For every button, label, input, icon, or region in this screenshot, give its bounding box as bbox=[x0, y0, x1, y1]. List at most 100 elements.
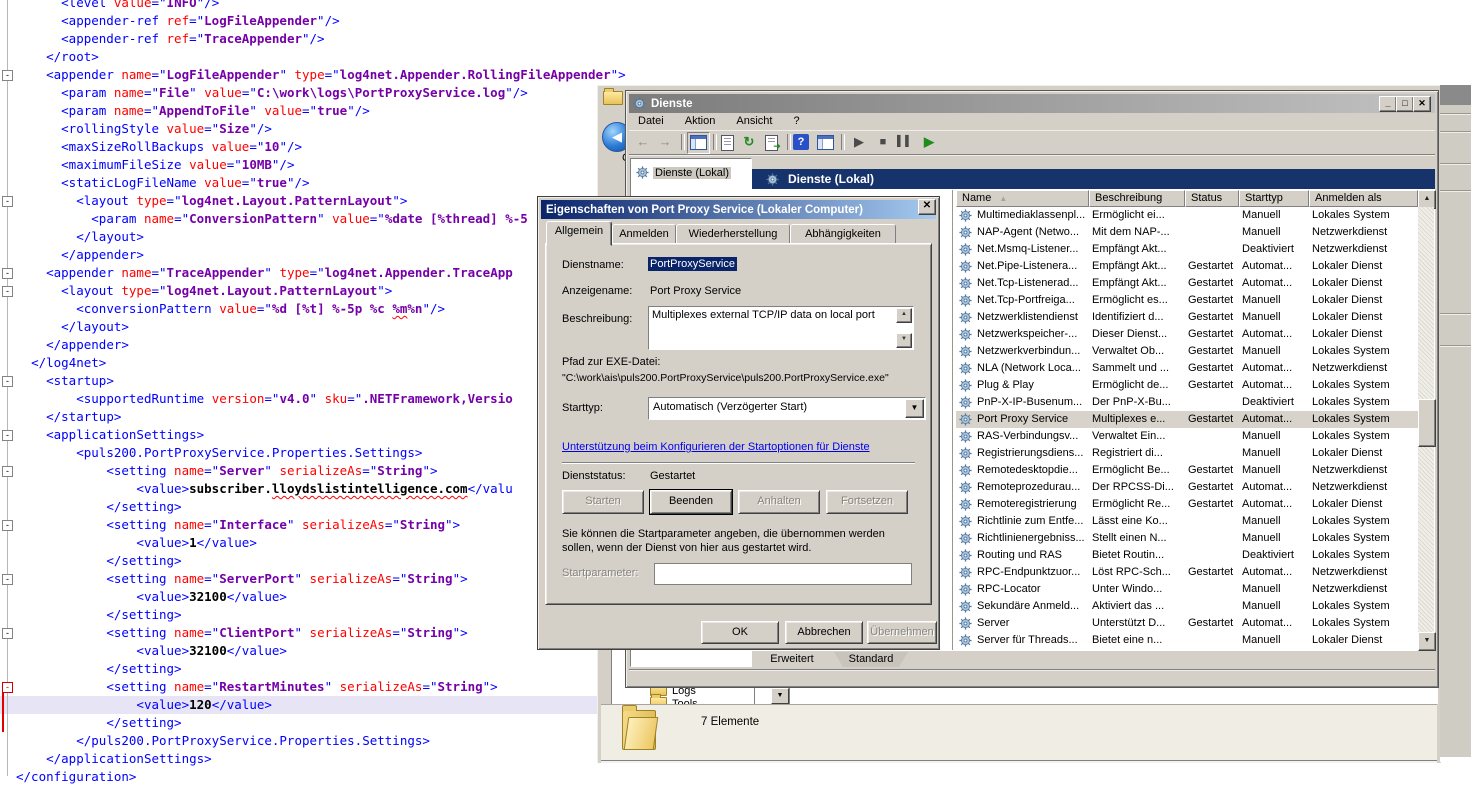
table-row[interactable]: PnP-X-IP-Busenum...Der PnP-X-Bu...Deakti… bbox=[956, 394, 1418, 411]
close-button[interactable]: ✕ bbox=[1413, 96, 1431, 112]
table-row[interactable]: NAP-Agent (Netwo...Mit dem NAP-...Manuel… bbox=[956, 224, 1418, 241]
fold-marker[interactable]: - bbox=[2, 520, 13, 531]
column-header-beschreibung[interactable]: Beschreibung bbox=[1089, 190, 1185, 207]
startup-type-select[interactable]: Automatisch (Verzögerter Start) ▼ bbox=[648, 397, 926, 420]
table-row[interactable]: ServerUnterstützt D...GestartetAutomat..… bbox=[956, 615, 1418, 632]
scroll-down-icon[interactable]: ▼ bbox=[1418, 632, 1436, 651]
table-row[interactable]: RemoteregistrierungErmöglicht Re...Gesta… bbox=[956, 496, 1418, 513]
table-row[interactable]: Routing und RASBietet Routin...Deaktivie… bbox=[956, 547, 1418, 564]
table-row[interactable]: Netzwerkverbindun...Verwaltet Ob...Gesta… bbox=[956, 343, 1418, 360]
service-name-value[interactable]: PortProxyService bbox=[648, 257, 737, 271]
fold-marker[interactable]: - bbox=[2, 196, 13, 207]
cell-beschreibung: Der RPCSS-Di... bbox=[1092, 479, 1185, 496]
scrollbar-thumb[interactable] bbox=[1418, 399, 1436, 447]
back-icon[interactable]: ← bbox=[635, 134, 651, 150]
description-field[interactable]: Multiplexes external TCP/IP data on loca… bbox=[648, 306, 914, 350]
chevron-down-icon[interactable]: ▼ bbox=[771, 688, 789, 704]
column-header-starttyp[interactable]: Starttyp bbox=[1239, 190, 1309, 207]
table-row[interactable]: Port Proxy ServiceMultiplexes e...Gestar… bbox=[956, 411, 1418, 428]
cancel-button[interactable]: Abbrechen bbox=[785, 621, 863, 644]
start-params-input[interactable] bbox=[654, 563, 912, 585]
table-row[interactable]: Multimediaklassenpl...Ermöglicht ei...Ma… bbox=[956, 207, 1418, 224]
fold-marker[interactable]: - bbox=[2, 430, 13, 441]
show-hide-console-tree-icon[interactable] bbox=[817, 135, 834, 150]
fold-marker[interactable]: - bbox=[2, 70, 13, 81]
table-row[interactable]: RPC-LocatorUnter Windo...ManuellNetzwerk… bbox=[956, 581, 1418, 598]
table-row[interactable]: NetzwerklistendienstIdentifiziert d...Ge… bbox=[956, 309, 1418, 326]
apply-button[interactable]: Übernehmen bbox=[867, 621, 937, 644]
pause-service-icon[interactable]: ▌▌ bbox=[897, 134, 913, 150]
table-row[interactable]: NLA (Network Loca...Sammelt und ...Gesta… bbox=[956, 360, 1418, 377]
fold-marker[interactable]: - bbox=[2, 466, 13, 477]
refresh-icon[interactable]: ↻ bbox=[741, 134, 757, 150]
ok-button[interactable]: OK bbox=[701, 621, 779, 644]
table-row[interactable]: Net.Tcp-Listenerad...Empfängt Akt...Gest… bbox=[956, 275, 1418, 292]
dialog-title-bar[interactable]: Eigenschaften von Port Proxy Service (Lo… bbox=[541, 200, 936, 219]
cell-beschreibung: Registriert di... bbox=[1092, 445, 1185, 462]
chevron-down-icon[interactable]: ▼ bbox=[905, 399, 924, 418]
scrollbar[interactable]: ▲ ▼ bbox=[1418, 190, 1434, 649]
table-row[interactable]: Remoteprozedurau...Der RPCSS-Di...Gestar… bbox=[956, 479, 1418, 496]
menu-datei[interactable]: Datei bbox=[629, 115, 673, 127]
table-row[interactable]: Sekundäre Anmeld...Aktiviert das ...Manu… bbox=[956, 598, 1418, 615]
title-bar[interactable]: Dienste _ □ ✕ bbox=[629, 94, 1435, 113]
cell-beschreibung: Mit dem NAP-... bbox=[1092, 224, 1185, 241]
menu-help[interactable]: ? bbox=[785, 115, 809, 127]
column-header-status[interactable]: Status bbox=[1185, 190, 1239, 207]
table-row[interactable]: Richtlinienergebniss...Stellt einen N...… bbox=[956, 530, 1418, 547]
tab-abhaengigkeiten[interactable]: Abhängigkeiten bbox=[790, 224, 896, 245]
dropdown[interactable]: ▼ bbox=[754, 687, 790, 705]
fold-marker[interactable]: - bbox=[2, 286, 13, 297]
fold-marker[interactable]: - bbox=[2, 628, 13, 639]
restart-service-icon[interactable]: ▶ bbox=[921, 134, 937, 150]
column-header-anmelden-als[interactable]: Anmelden als bbox=[1309, 190, 1418, 207]
scroll-up-icon[interactable]: ▲ bbox=[896, 308, 912, 323]
properties-icon[interactable] bbox=[721, 135, 734, 151]
table-row[interactable]: Richtlinie zum Entfe...Lässt eine Ko...M… bbox=[956, 513, 1418, 530]
minimize-button[interactable]: _ bbox=[1379, 96, 1397, 112]
cell-starttyp: Deaktiviert bbox=[1242, 394, 1308, 411]
table-row[interactable]: Netzwerkspeicher-...Dieser Dienst...Gest… bbox=[956, 326, 1418, 343]
tab-allgemein[interactable]: Allgemein bbox=[546, 221, 612, 246]
stop-button[interactable]: Beenden bbox=[650, 490, 732, 514]
tab-wiederherstellung[interactable]: Wiederherstellung bbox=[676, 224, 790, 245]
fold-marker[interactable]: - bbox=[2, 682, 13, 693]
table-row[interactable]: RAS-Verbindungsv...Verwaltet Ein...Manue… bbox=[956, 428, 1418, 445]
startup-options-help-link[interactable]: Unterstützung beim Konfigurieren der Sta… bbox=[562, 441, 870, 453]
table-row[interactable]: Remotedesktopdie...Ermöglicht Be...Gesta… bbox=[956, 462, 1418, 479]
cell-starttyp: Manuell bbox=[1242, 207, 1308, 224]
menu-aktion[interactable]: Aktion bbox=[676, 115, 725, 127]
fold-marker[interactable]: - bbox=[2, 574, 13, 585]
close-button[interactable]: ✕ bbox=[918, 199, 936, 215]
stop-service-icon[interactable]: ■ bbox=[875, 134, 891, 150]
scroll-down-icon[interactable]: ▼ bbox=[896, 333, 912, 348]
resume-button[interactable]: Fortsetzen bbox=[826, 490, 908, 514]
tab-anmelden[interactable]: Anmelden bbox=[612, 224, 676, 245]
cell-status bbox=[1188, 632, 1239, 649]
table-row[interactable]: Registrierungsdiens...Registriert di...M… bbox=[956, 445, 1418, 462]
column-header-name[interactable]: Name▲ bbox=[956, 190, 1089, 207]
help-icon[interactable]: ? bbox=[793, 134, 809, 150]
fold-marker[interactable]: - bbox=[2, 376, 13, 387]
pause-button[interactable]: Anhalten bbox=[738, 490, 820, 514]
cell-status bbox=[1188, 224, 1239, 241]
table-row[interactable]: Plug & PlayErmöglicht de...GestartetAuto… bbox=[956, 377, 1418, 394]
menu-ansicht[interactable]: Ansicht bbox=[727, 115, 781, 127]
start-service-icon[interactable]: ▶ bbox=[851, 134, 867, 150]
table-row[interactable]: RPC-Endpunktzuor...Löst RPC-Sch...Gestar… bbox=[956, 564, 1418, 581]
maximize-button[interactable]: □ bbox=[1396, 96, 1414, 112]
table-row[interactable]: Server für Threads...Bietet eine n...Man… bbox=[956, 632, 1418, 649]
cell-starttyp: Deaktiviert bbox=[1242, 241, 1308, 258]
start-button[interactable]: Starten bbox=[562, 490, 644, 514]
pane-splitter[interactable] bbox=[952, 190, 953, 650]
fold-marker[interactable]: - bbox=[2, 268, 13, 279]
forward-icon[interactable]: → bbox=[657, 134, 673, 150]
table-row[interactable]: Net.Pipe-Listenera...Empfängt Akt...Gest… bbox=[956, 258, 1418, 275]
table-row[interactable]: Net.Msmq-Listener...Empfängt Akt...Deakt… bbox=[956, 241, 1418, 258]
tree-item-dienste-lokal[interactable]: Dienste (Lokal) bbox=[636, 166, 731, 179]
tab-standard[interactable]: Standard bbox=[834, 652, 908, 667]
table-row[interactable]: Net.Tcp-Portfreiga...Ermöglicht es...Ges… bbox=[956, 292, 1418, 309]
cell-anmelden-als: Netzwerkdienst bbox=[1312, 224, 1416, 241]
code-line: <appender-ref ref="LogFileAppender"/> bbox=[16, 12, 1471, 30]
tab-erweitert[interactable]: Erweitert bbox=[752, 652, 832, 667]
